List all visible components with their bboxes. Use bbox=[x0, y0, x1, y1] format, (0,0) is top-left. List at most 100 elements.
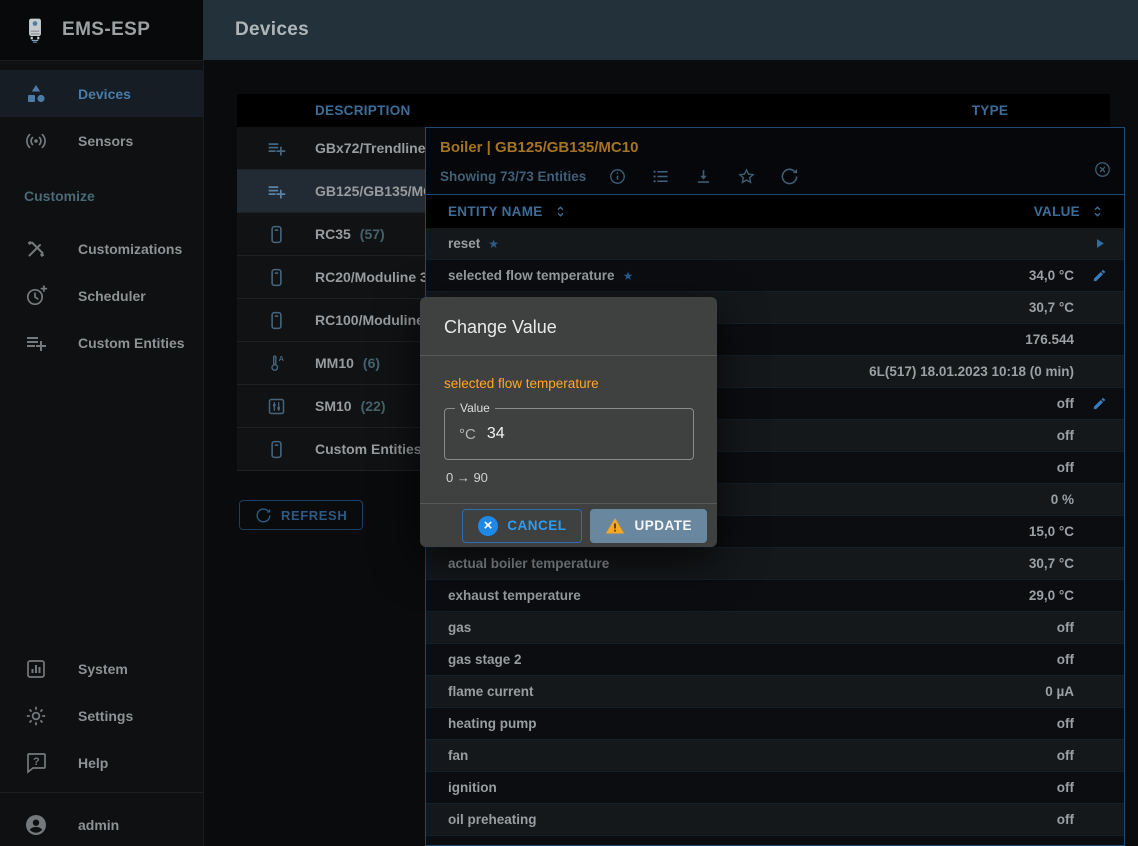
svg-text:A: A bbox=[278, 353, 284, 362]
help-bubble-icon: ? bbox=[24, 751, 48, 775]
sort-icon[interactable] bbox=[1089, 203, 1106, 220]
entity-action[interactable] bbox=[1074, 236, 1124, 251]
entity-value: 0 % bbox=[1051, 492, 1074, 507]
svg-text:?: ? bbox=[33, 755, 40, 767]
value-input-label: Value bbox=[455, 401, 495, 415]
entities-panel-header: Boiler | GB125/GB135/MC10 Showing 73/73 … bbox=[426, 128, 1124, 195]
device-entity-count: (22) bbox=[361, 398, 386, 414]
value-input[interactable]: Value °C 34 bbox=[444, 408, 694, 460]
refresh-icon[interactable] bbox=[780, 167, 799, 186]
topbar: Devices bbox=[203, 0, 1138, 60]
entity-value: 29,0 °C bbox=[1029, 588, 1074, 603]
app-window: EMS-ESP Devices Sensors Customize Custom… bbox=[0, 0, 1138, 846]
sidebar-item-settings[interactable]: Settings bbox=[0, 692, 203, 739]
entity-value: 34,0 °C bbox=[1029, 268, 1074, 283]
entity-row[interactable]: heating pump off bbox=[426, 708, 1124, 740]
sidebar-item-devices[interactable]: Devices bbox=[0, 70, 203, 117]
entity-action[interactable] bbox=[1074, 268, 1124, 283]
entity-name: heating pump bbox=[448, 716, 537, 731]
device-type-icon bbox=[237, 396, 315, 417]
close-icon[interactable] bbox=[1093, 160, 1112, 179]
dialog-title: Change Value bbox=[420, 297, 717, 356]
entity-name: exhaust temperature bbox=[448, 588, 581, 603]
entity-value: off bbox=[1057, 620, 1074, 635]
playlist-add-icon bbox=[24, 331, 48, 355]
sidebar-item-help[interactable]: ? Help bbox=[0, 739, 203, 786]
entity-row[interactable]: fan off bbox=[426, 740, 1124, 772]
entity-row[interactable]: reset ★ bbox=[426, 228, 1124, 260]
entity-value: 15,0 °C bbox=[1029, 524, 1074, 539]
update-button[interactable]: UPDATE bbox=[590, 509, 707, 543]
entity-value: 0 µA bbox=[1045, 684, 1074, 699]
entity-row[interactable]: ignition off bbox=[426, 772, 1124, 804]
favorite-star-icon: ★ bbox=[623, 269, 634, 283]
info-icon[interactable] bbox=[608, 167, 627, 186]
device-type-icon: A bbox=[237, 353, 315, 374]
entity-row[interactable]: actual boiler temperature 30,7 °C bbox=[426, 548, 1124, 580]
device-name: Custom Entities bbox=[315, 441, 422, 457]
devices-table-header: DESCRIPTION TYPE bbox=[237, 94, 1110, 127]
entity-value: 30,7 °C bbox=[1029, 300, 1074, 315]
value-input-text: 34 bbox=[487, 425, 505, 443]
sidebar-item-scheduler[interactable]: Scheduler bbox=[0, 272, 203, 319]
entity-value: 30,7 °C bbox=[1029, 556, 1074, 571]
entity-name: flame current bbox=[448, 684, 534, 699]
dialog-actions: × CANCEL UPDATE bbox=[420, 503, 717, 547]
device-name: RC35 bbox=[315, 226, 351, 242]
sidebar-item-sensors[interactable]: Sensors bbox=[0, 117, 203, 164]
sidebar-item-label: Help bbox=[78, 755, 108, 771]
sensors-icon bbox=[24, 129, 48, 153]
refresh-label: REFRESH bbox=[281, 508, 347, 523]
column-entity-name: ENTITY NAME bbox=[448, 204, 543, 219]
page-title: Devices bbox=[235, 19, 309, 41]
sidebar-user-admin[interactable]: admin bbox=[0, 801, 203, 846]
refresh-button[interactable]: REFRESH bbox=[239, 500, 363, 530]
sidebar-item-label: Custom Entities bbox=[78, 335, 185, 351]
cancel-label: CANCEL bbox=[507, 518, 566, 533]
clock-plus-icon bbox=[24, 284, 48, 308]
tools-icon bbox=[24, 237, 48, 261]
warning-icon bbox=[605, 516, 625, 536]
showing-entities-label: Showing 73/73 Entities bbox=[440, 169, 586, 184]
sidebar-item-label: Scheduler bbox=[78, 288, 146, 304]
sidebar-item-system[interactable]: System bbox=[0, 645, 203, 692]
edit-pencil-icon bbox=[1092, 268, 1107, 283]
entity-value: off bbox=[1057, 780, 1074, 795]
entities-panel-title: Boiler | GB125/GB135/MC10 bbox=[440, 138, 1110, 158]
entity-row[interactable]: exhaust temperature 29,0 °C bbox=[426, 580, 1124, 612]
entity-row[interactable]: flame current 0 µA bbox=[426, 676, 1124, 708]
entity-row[interactable]: oil preheating off bbox=[426, 804, 1124, 836]
sidebar-item-label: Sensors bbox=[78, 133, 133, 149]
sidebar-item-custom-entities[interactable]: Custom Entities bbox=[0, 319, 203, 366]
gear-icon bbox=[24, 704, 48, 728]
device-type-icon bbox=[237, 181, 315, 202]
device-type-icon bbox=[237, 224, 315, 245]
entities-table-header: ENTITY NAME VALUE bbox=[426, 195, 1124, 228]
device-entity-count: (57) bbox=[360, 226, 385, 242]
device-name: MM10 bbox=[315, 355, 354, 371]
entity-row[interactable]: heating activated bbox=[426, 836, 1124, 846]
device-name: SM10 bbox=[315, 398, 352, 414]
star-icon[interactable] bbox=[737, 167, 756, 186]
sidebar-divider bbox=[0, 792, 203, 793]
sidebar-item-label: Devices bbox=[78, 86, 131, 102]
entity-row[interactable]: gas stage 2 off bbox=[426, 644, 1124, 676]
sidebar-section-customize: Customize bbox=[24, 188, 95, 204]
entity-value: off bbox=[1057, 460, 1074, 475]
entity-row[interactable]: gas off bbox=[426, 612, 1124, 644]
sidebar-item-label: Customizations bbox=[78, 241, 182, 257]
app-title: EMS-ESP bbox=[62, 19, 150, 41]
column-value: VALUE bbox=[1034, 204, 1080, 219]
edit-pencil-icon bbox=[1092, 396, 1107, 411]
device-type-icon bbox=[237, 138, 315, 159]
sort-icon[interactable] bbox=[552, 203, 569, 220]
entity-row[interactable]: selected flow temperature ★ 34,0 °C bbox=[426, 260, 1124, 292]
entity-action[interactable] bbox=[1074, 396, 1124, 411]
list-icon[interactable] bbox=[651, 167, 670, 186]
devices-icon bbox=[24, 82, 48, 106]
cancel-button[interactable]: × CANCEL bbox=[462, 509, 582, 543]
sidebar-item-label: Settings bbox=[78, 708, 133, 724]
sidebar-item-customizations[interactable]: Customizations bbox=[0, 225, 203, 272]
entity-value: off bbox=[1057, 428, 1074, 443]
download-icon[interactable] bbox=[694, 167, 713, 186]
